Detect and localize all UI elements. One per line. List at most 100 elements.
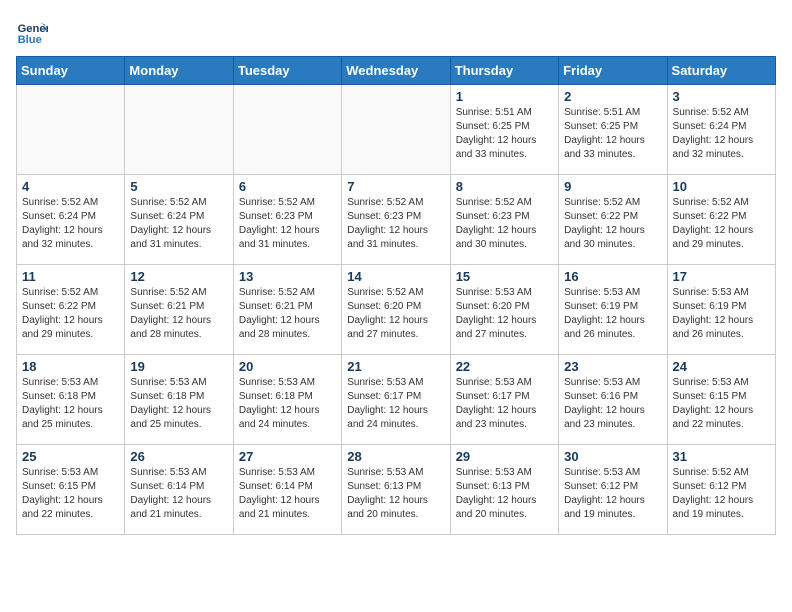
day-info: Sunrise: 5:53 AM Sunset: 6:16 PM Dayligh…: [564, 376, 661, 432]
day-info: Sunrise: 5:52 AM Sunset: 6:20 PM Dayligh…: [347, 286, 444, 342]
day-number: 20: [239, 359, 336, 374]
day-number: 11: [22, 269, 119, 284]
day-number: 14: [347, 269, 444, 284]
day-number: 8: [456, 179, 553, 194]
day-number: 24: [673, 359, 770, 374]
day-info: Sunrise: 5:52 AM Sunset: 6:22 PM Dayligh…: [22, 286, 119, 342]
calendar-cell: 1 Sunrise: 5:51 AM Sunset: 6:25 PM Daylig…: [450, 85, 558, 175]
calendar-cell: 4 Sunrise: 5:52 AM Sunset: 6:24 PM Daylig…: [17, 175, 125, 265]
calendar-table: SundayMondayTuesdayWednesdayThursdayFrid…: [16, 56, 776, 535]
day-info: Sunrise: 5:52 AM Sunset: 6:24 PM Dayligh…: [22, 196, 119, 252]
week-row-4: 18 Sunrise: 5:53 AM Sunset: 6:18 PM Dayli…: [17, 355, 776, 445]
calendar-cell: 12 Sunrise: 5:52 AM Sunset: 6:21 PM Dayli…: [125, 265, 233, 355]
day-info: Sunrise: 5:53 AM Sunset: 6:15 PM Dayligh…: [673, 376, 770, 432]
day-number: 9: [564, 179, 661, 194]
calendar-cell: [17, 85, 125, 175]
calendar-cell: 22 Sunrise: 5:53 AM Sunset: 6:17 PM Dayli…: [450, 355, 558, 445]
weekday-header-sunday: Sunday: [17, 57, 125, 85]
day-info: Sunrise: 5:53 AM Sunset: 6:19 PM Dayligh…: [673, 286, 770, 342]
day-info: Sunrise: 5:52 AM Sunset: 6:12 PM Dayligh…: [673, 466, 770, 522]
calendar-cell: 5Sunrise: 5:52 AM Sunset: 6:24 PM Daylig…: [125, 175, 233, 265]
day-number: 1: [456, 89, 553, 104]
day-info: Sunrise: 5:53 AM Sunset: 6:13 PM Dayligh…: [456, 466, 553, 522]
calendar-cell: 16Sunrise: 5:53 AM Sunset: 6:19 PM Dayli…: [559, 265, 667, 355]
weekday-header-row: SundayMondayTuesdayWednesdayThursdayFrid…: [17, 57, 776, 85]
calendar-cell: 31 Sunrise: 5:52 AM Sunset: 6:12 PM Dayli…: [667, 445, 775, 535]
day-info: Sunrise: 5:51 AM Sunset: 6:25 PM Dayligh…: [564, 106, 661, 162]
day-number: 17: [673, 269, 770, 284]
day-info: Sunrise: 5:53 AM Sunset: 6:17 PM Dayligh…: [347, 376, 444, 432]
calendar-cell: 28Sunrise: 5:53 AM Sunset: 6:13 PM Dayli…: [342, 445, 450, 535]
week-row-1: 1 Sunrise: 5:51 AM Sunset: 6:25 PM Daylig…: [17, 85, 776, 175]
page-header: General Blue: [16, 16, 776, 48]
calendar-cell: 20Sunrise: 5:53 AM Sunset: 6:18 PM Dayli…: [233, 355, 341, 445]
calendar-cell: 29 Sunrise: 5:53 AM Sunset: 6:13 PM Dayli…: [450, 445, 558, 535]
day-info: Sunrise: 5:53 AM Sunset: 6:14 PM Dayligh…: [239, 466, 336, 522]
calendar-cell: 9 Sunrise: 5:52 AM Sunset: 6:22 PM Daylig…: [559, 175, 667, 265]
day-number: 13: [239, 269, 336, 284]
weekday-header-wednesday: Wednesday: [342, 57, 450, 85]
logo-icon: General Blue: [16, 16, 48, 48]
calendar-cell: 27 Sunrise: 5:53 AM Sunset: 6:14 PM Dayli…: [233, 445, 341, 535]
calendar-cell: 24 Sunrise: 5:53 AM Sunset: 6:15 PM Dayli…: [667, 355, 775, 445]
day-number: 16: [564, 269, 661, 284]
day-info: Sunrise: 5:52 AM Sunset: 6:21 PM Dayligh…: [239, 286, 336, 342]
calendar-cell: 30 Sunrise: 5:53 AM Sunset: 6:12 PM Dayli…: [559, 445, 667, 535]
day-number: 26: [130, 449, 227, 464]
day-number: 29: [456, 449, 553, 464]
calendar-cell: 10 Sunrise: 5:52 AM Sunset: 6:22 PM Dayli…: [667, 175, 775, 265]
day-number: 15: [456, 269, 553, 284]
calendar-cell: 8 Sunrise: 5:52 AM Sunset: 6:23 PM Daylig…: [450, 175, 558, 265]
day-number: 2: [564, 89, 661, 104]
day-number: 30: [564, 449, 661, 464]
day-info: Sunrise: 5:52 AM Sunset: 6:23 PM Dayligh…: [239, 196, 336, 252]
calendar-cell: 18 Sunrise: 5:53 AM Sunset: 6:18 PM Dayli…: [17, 355, 125, 445]
calendar-cell: 14 Sunrise: 5:52 AM Sunset: 6:20 PM Dayli…: [342, 265, 450, 355]
day-info: Sunrise: 5:53 AM Sunset: 6:12 PM Dayligh…: [564, 466, 661, 522]
calendar-cell: 7Sunrise: 5:52 AM Sunset: 6:23 PM Daylig…: [342, 175, 450, 265]
calendar-cell: 11 Sunrise: 5:52 AM Sunset: 6:22 PM Dayli…: [17, 265, 125, 355]
day-number: 12: [130, 269, 227, 284]
calendar-cell: [233, 85, 341, 175]
day-info: Sunrise: 5:52 AM Sunset: 6:22 PM Dayligh…: [564, 196, 661, 252]
svg-text:General: General: [18, 23, 48, 35]
calendar-cell: 6 Sunrise: 5:52 AM Sunset: 6:23 PM Daylig…: [233, 175, 341, 265]
calendar-cell: 25 Sunrise: 5:53 AM Sunset: 6:15 PM Dayli…: [17, 445, 125, 535]
calendar-cell: 21 Sunrise: 5:53 AM Sunset: 6:17 PM Dayli…: [342, 355, 450, 445]
day-number: 25: [22, 449, 119, 464]
weekday-header-thursday: Thursday: [450, 57, 558, 85]
svg-text:Blue: Blue: [18, 34, 42, 46]
calendar-cell: 17 Sunrise: 5:53 AM Sunset: 6:19 PM Dayli…: [667, 265, 775, 355]
day-number: 5: [130, 179, 227, 194]
day-info: Sunrise: 5:53 AM Sunset: 6:15 PM Dayligh…: [22, 466, 119, 522]
day-number: 19: [130, 359, 227, 374]
calendar-cell: 13 Sunrise: 5:52 AM Sunset: 6:21 PM Dayli…: [233, 265, 341, 355]
calendar-cell: [342, 85, 450, 175]
day-info: Sunrise: 5:51 AM Sunset: 6:25 PM Dayligh…: [456, 106, 553, 162]
calendar-cell: 19 Sunrise: 5:53 AM Sunset: 6:18 PM Dayli…: [125, 355, 233, 445]
day-info: Sunrise: 5:53 AM Sunset: 6:18 PM Dayligh…: [22, 376, 119, 432]
day-info: Sunrise: 5:53 AM Sunset: 6:18 PM Dayligh…: [130, 376, 227, 432]
day-number: 7: [347, 179, 444, 194]
day-number: 10: [673, 179, 770, 194]
week-row-2: 4 Sunrise: 5:52 AM Sunset: 6:24 PM Daylig…: [17, 175, 776, 265]
day-number: 21: [347, 359, 444, 374]
calendar-cell: 15Sunrise: 5:53 AM Sunset: 6:20 PM Dayli…: [450, 265, 558, 355]
day-info: Sunrise: 5:52 AM Sunset: 6:21 PM Dayligh…: [130, 286, 227, 342]
weekday-header-monday: Monday: [125, 57, 233, 85]
day-number: 4: [22, 179, 119, 194]
day-number: 31: [673, 449, 770, 464]
day-number: 18: [22, 359, 119, 374]
weekday-header-saturday: Saturday: [667, 57, 775, 85]
day-info: Sunrise: 5:52 AM Sunset: 6:23 PM Dayligh…: [456, 196, 553, 252]
day-info: Sunrise: 5:53 AM Sunset: 6:17 PM Dayligh…: [456, 376, 553, 432]
day-number: 22: [456, 359, 553, 374]
calendar-cell: 23 Sunrise: 5:53 AM Sunset: 6:16 PM Dayli…: [559, 355, 667, 445]
day-info: Sunrise: 5:52 AM Sunset: 6:22 PM Dayligh…: [673, 196, 770, 252]
weekday-header-friday: Friday: [559, 57, 667, 85]
day-number: 6: [239, 179, 336, 194]
weekday-header-tuesday: Tuesday: [233, 57, 341, 85]
day-number: 27: [239, 449, 336, 464]
day-number: 23: [564, 359, 661, 374]
day-number: 3: [673, 89, 770, 104]
